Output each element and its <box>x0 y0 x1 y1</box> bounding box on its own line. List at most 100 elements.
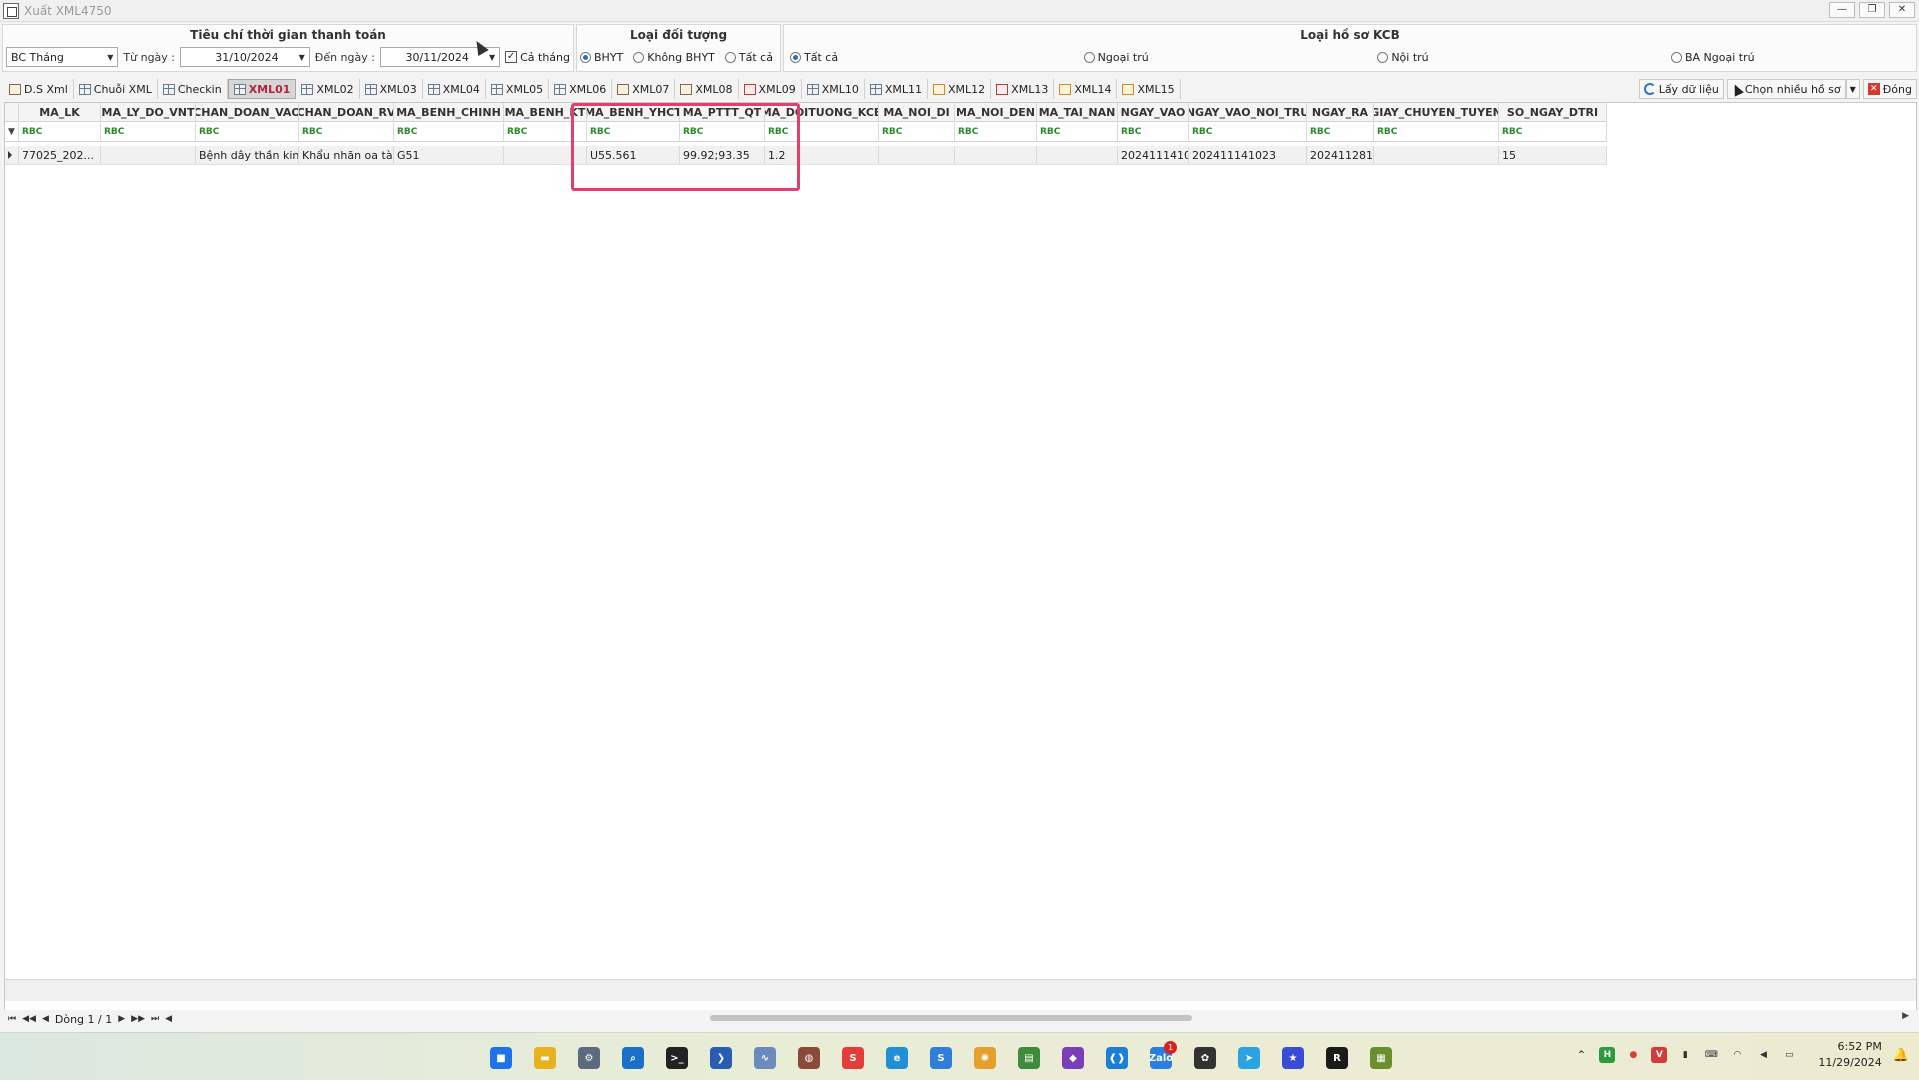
build-app-icon[interactable]: ▦ <box>1364 1041 1398 1075</box>
filter-cell[interactable]: RBC <box>101 123 196 141</box>
last-page-icon[interactable]: ⏭ <box>151 1014 159 1024</box>
table-cell[interactable] <box>101 146 196 164</box>
tab-xml01[interactable]: XML01 <box>227 79 297 99</box>
radio-bhyt[interactable]: BHYT <box>580 51 623 64</box>
notification-icon[interactable]: 🔔 <box>1893 1048 1909 1063</box>
column-header-ma-benh-kt[interactable]: MA_BENH_KT <box>504 103 587 121</box>
column-header-ma-benh-chinh[interactable]: MA_BENH_CHINH <box>394 103 504 121</box>
table-cell[interactable] <box>504 146 587 164</box>
column-header-ma-lk[interactable]: MA_LK <box>19 103 101 121</box>
visual-studio-icon[interactable]: ◆ <box>1056 1041 1090 1075</box>
column-header-ngay-vao-noi-tru[interactable]: NGAY_VAO_NOI_TRU <box>1189 103 1307 121</box>
chevron-up-icon[interactable]: ^ <box>1573 1047 1589 1063</box>
tab-xml02[interactable]: XML02 <box>296 79 360 99</box>
tab-xml03[interactable]: XML03 <box>360 79 423 99</box>
from-date-picker[interactable]: 31/10/2024 ▼ <box>180 47 310 67</box>
filter-cell[interactable]: RBC <box>955 123 1037 141</box>
tab-xml08[interactable]: XML08 <box>675 79 739 99</box>
chrome-tray-icon[interactable]: ● <box>1625 1047 1641 1063</box>
filter-cell[interactable]: RBC <box>19 123 101 141</box>
column-header-chan-doan-vao[interactable]: CHAN_DOAN_VAO <box>196 103 299 121</box>
column-header-ngay-ra[interactable]: NGAY_RA <box>1307 103 1374 121</box>
close-window-button[interactable]: ✕ <box>1889 2 1915 18</box>
tab-checkin[interactable]: Checkin <box>158 79 228 99</box>
restore-button[interactable]: ❐ <box>1859 2 1885 18</box>
filter-cell[interactable]: RBC <box>504 123 587 141</box>
radio-khong-bhyt[interactable]: Không BHYT <box>633 51 715 64</box>
minimize-button[interactable]: — <box>1829 2 1855 18</box>
tab-xml13[interactable]: XML13 <box>991 79 1055 99</box>
filter-cell[interactable]: RBC <box>587 123 680 141</box>
table-cell[interactable] <box>879 146 955 164</box>
monitor-app-icon[interactable]: ∿ <box>748 1041 782 1075</box>
filter-cell[interactable]: RBC <box>1307 123 1374 141</box>
column-header-ma-noi-di[interactable]: MA_NOI_DI <box>879 103 955 121</box>
filter-cell[interactable]: RBC <box>1374 123 1499 141</box>
table-cell[interactable]: 15 <box>1499 146 1607 164</box>
clock[interactable]: 6:52 PM 11/29/2024 <box>1818 1039 1881 1071</box>
filter-cell[interactable]: RBC <box>680 123 765 141</box>
clipboard-tray-icon[interactable]: ▮ <box>1677 1047 1693 1063</box>
fetch-data-button[interactable]: Lấy dữ liệu <box>1638 79 1724 99</box>
tab-xml11[interactable]: XML11 <box>865 79 929 99</box>
table-cell[interactable] <box>1374 146 1499 164</box>
tab-xml07[interactable]: XML07 <box>612 79 676 99</box>
h-tray-icon[interactable]: H <box>1599 1047 1616 1063</box>
whole-month-checkbox[interactable]: ✓ Cả tháng <box>505 51 570 64</box>
filter-cell[interactable]: RBC <box>196 123 299 141</box>
table-cell[interactable]: 202411141023 <box>1189 146 1307 164</box>
globe-app-icon[interactable]: ✺ <box>968 1041 1002 1075</box>
filter-cell[interactable]: RBC <box>299 123 394 141</box>
column-header-giay-chuyen-tuyen[interactable]: GIAY_CHUYEN_TUYEN <box>1374 103 1499 121</box>
edge-icon[interactable]: e <box>880 1041 914 1075</box>
s-app-icon[interactable]: S <box>836 1041 870 1075</box>
table-cell[interactable]: 99.92;93.35 <box>680 146 765 164</box>
table-cell[interactable]: U55.561 <box>587 146 680 164</box>
column-header-ngay-vao[interactable]: NGAY_VAO <box>1118 103 1189 121</box>
table-cell[interactable] <box>1037 146 1118 164</box>
chatgpt-icon[interactable]: ✿ <box>1188 1041 1222 1075</box>
tool-app-icon[interactable]: ◍ <box>792 1041 826 1075</box>
table-cell[interactable]: Bệnh dây thần kinh m... <box>196 146 299 164</box>
first-page-icon[interactable]: ⏮ <box>8 1014 16 1024</box>
column-header-ma-tai-nan[interactable]: MA_TAI_NAN <box>1037 103 1118 121</box>
table-cell[interactable]: 202411141023 <box>1118 146 1189 164</box>
keyboard-tray-icon[interactable]: ⌨ <box>1703 1047 1719 1063</box>
prev-page-fast-icon[interactable]: ◀◀ <box>22 1014 36 1024</box>
report-type-select[interactable]: BC Tháng ▼ <box>6 47 119 67</box>
prev-page-icon[interactable]: ◀ <box>42 1014 49 1024</box>
next-page-fast-icon[interactable]: ▶▶ <box>131 1014 145 1024</box>
zalo-icon[interactable]: Zalo 1 <box>1144 1041 1178 1075</box>
tab-xml12[interactable]: XML12 <box>928 79 992 99</box>
close-button[interactable]: ✕ Đóng <box>1862 79 1917 99</box>
filter-cell[interactable]: RBC <box>1118 123 1189 141</box>
table-cell[interactable]: 202411281017 <box>1307 146 1374 164</box>
wifi-icon[interactable]: ◠ <box>1729 1047 1745 1063</box>
search-app-icon[interactable]: ⌕ <box>616 1041 650 1075</box>
column-header-ma-noi-den[interactable]: MA_NOI_DEN <box>955 103 1037 121</box>
filter-cell[interactable]: RBC <box>765 123 879 141</box>
column-header-so-ngay-dtri[interactable]: SO_NGAY_DTRI <box>1499 103 1607 121</box>
radio-ngoai-tru[interactable]: Ngoại trú <box>1083 51 1364 64</box>
tab-xml04[interactable]: XML04 <box>423 79 486 99</box>
scroll-left-icon[interactable]: ◀ <box>165 1014 172 1024</box>
tab-chu-i-xml[interactable]: Chuỗi XML <box>74 79 158 99</box>
vscode-icon[interactable]: ❰❱ <box>1100 1041 1134 1075</box>
tab-xml09[interactable]: XML09 <box>739 79 802 99</box>
column-header-ma-ly-do-vnt[interactable]: MA_LY_DO_VNT <box>101 103 196 121</box>
column-header-ma-doituong-kcb[interactable]: MA_DOITUONG_KCB <box>765 103 879 121</box>
tab-xml06[interactable]: XML06 <box>549 79 613 99</box>
table-cell[interactable]: Khẩu nhãn oa tà[Bệ... <box>299 146 394 164</box>
filter-cell[interactable]: RBC <box>1499 123 1607 141</box>
scroll-right-icon[interactable]: ▶ <box>1902 1011 1909 1021</box>
tab-d-s-xml[interactable]: D.S Xml <box>4 79 74 99</box>
table-cell[interactable]: 77025_202... <box>19 146 101 164</box>
filter-cell[interactable]: RBC <box>394 123 504 141</box>
radio-object-all[interactable]: Tất cả <box>724 51 773 64</box>
table-cell[interactable]: 1.2 <box>765 146 879 164</box>
battery-icon[interactable]: ▭ <box>1781 1047 1797 1063</box>
tab-xml14[interactable]: XML14 <box>1054 79 1118 99</box>
file-explorer-icon[interactable]: ▬ <box>528 1041 562 1075</box>
table-row[interactable]: 77025_202... Bệnh dây thần kinh m...Khẩu … <box>5 146 1607 165</box>
telegram-icon[interactable]: ➤ <box>1232 1041 1266 1075</box>
